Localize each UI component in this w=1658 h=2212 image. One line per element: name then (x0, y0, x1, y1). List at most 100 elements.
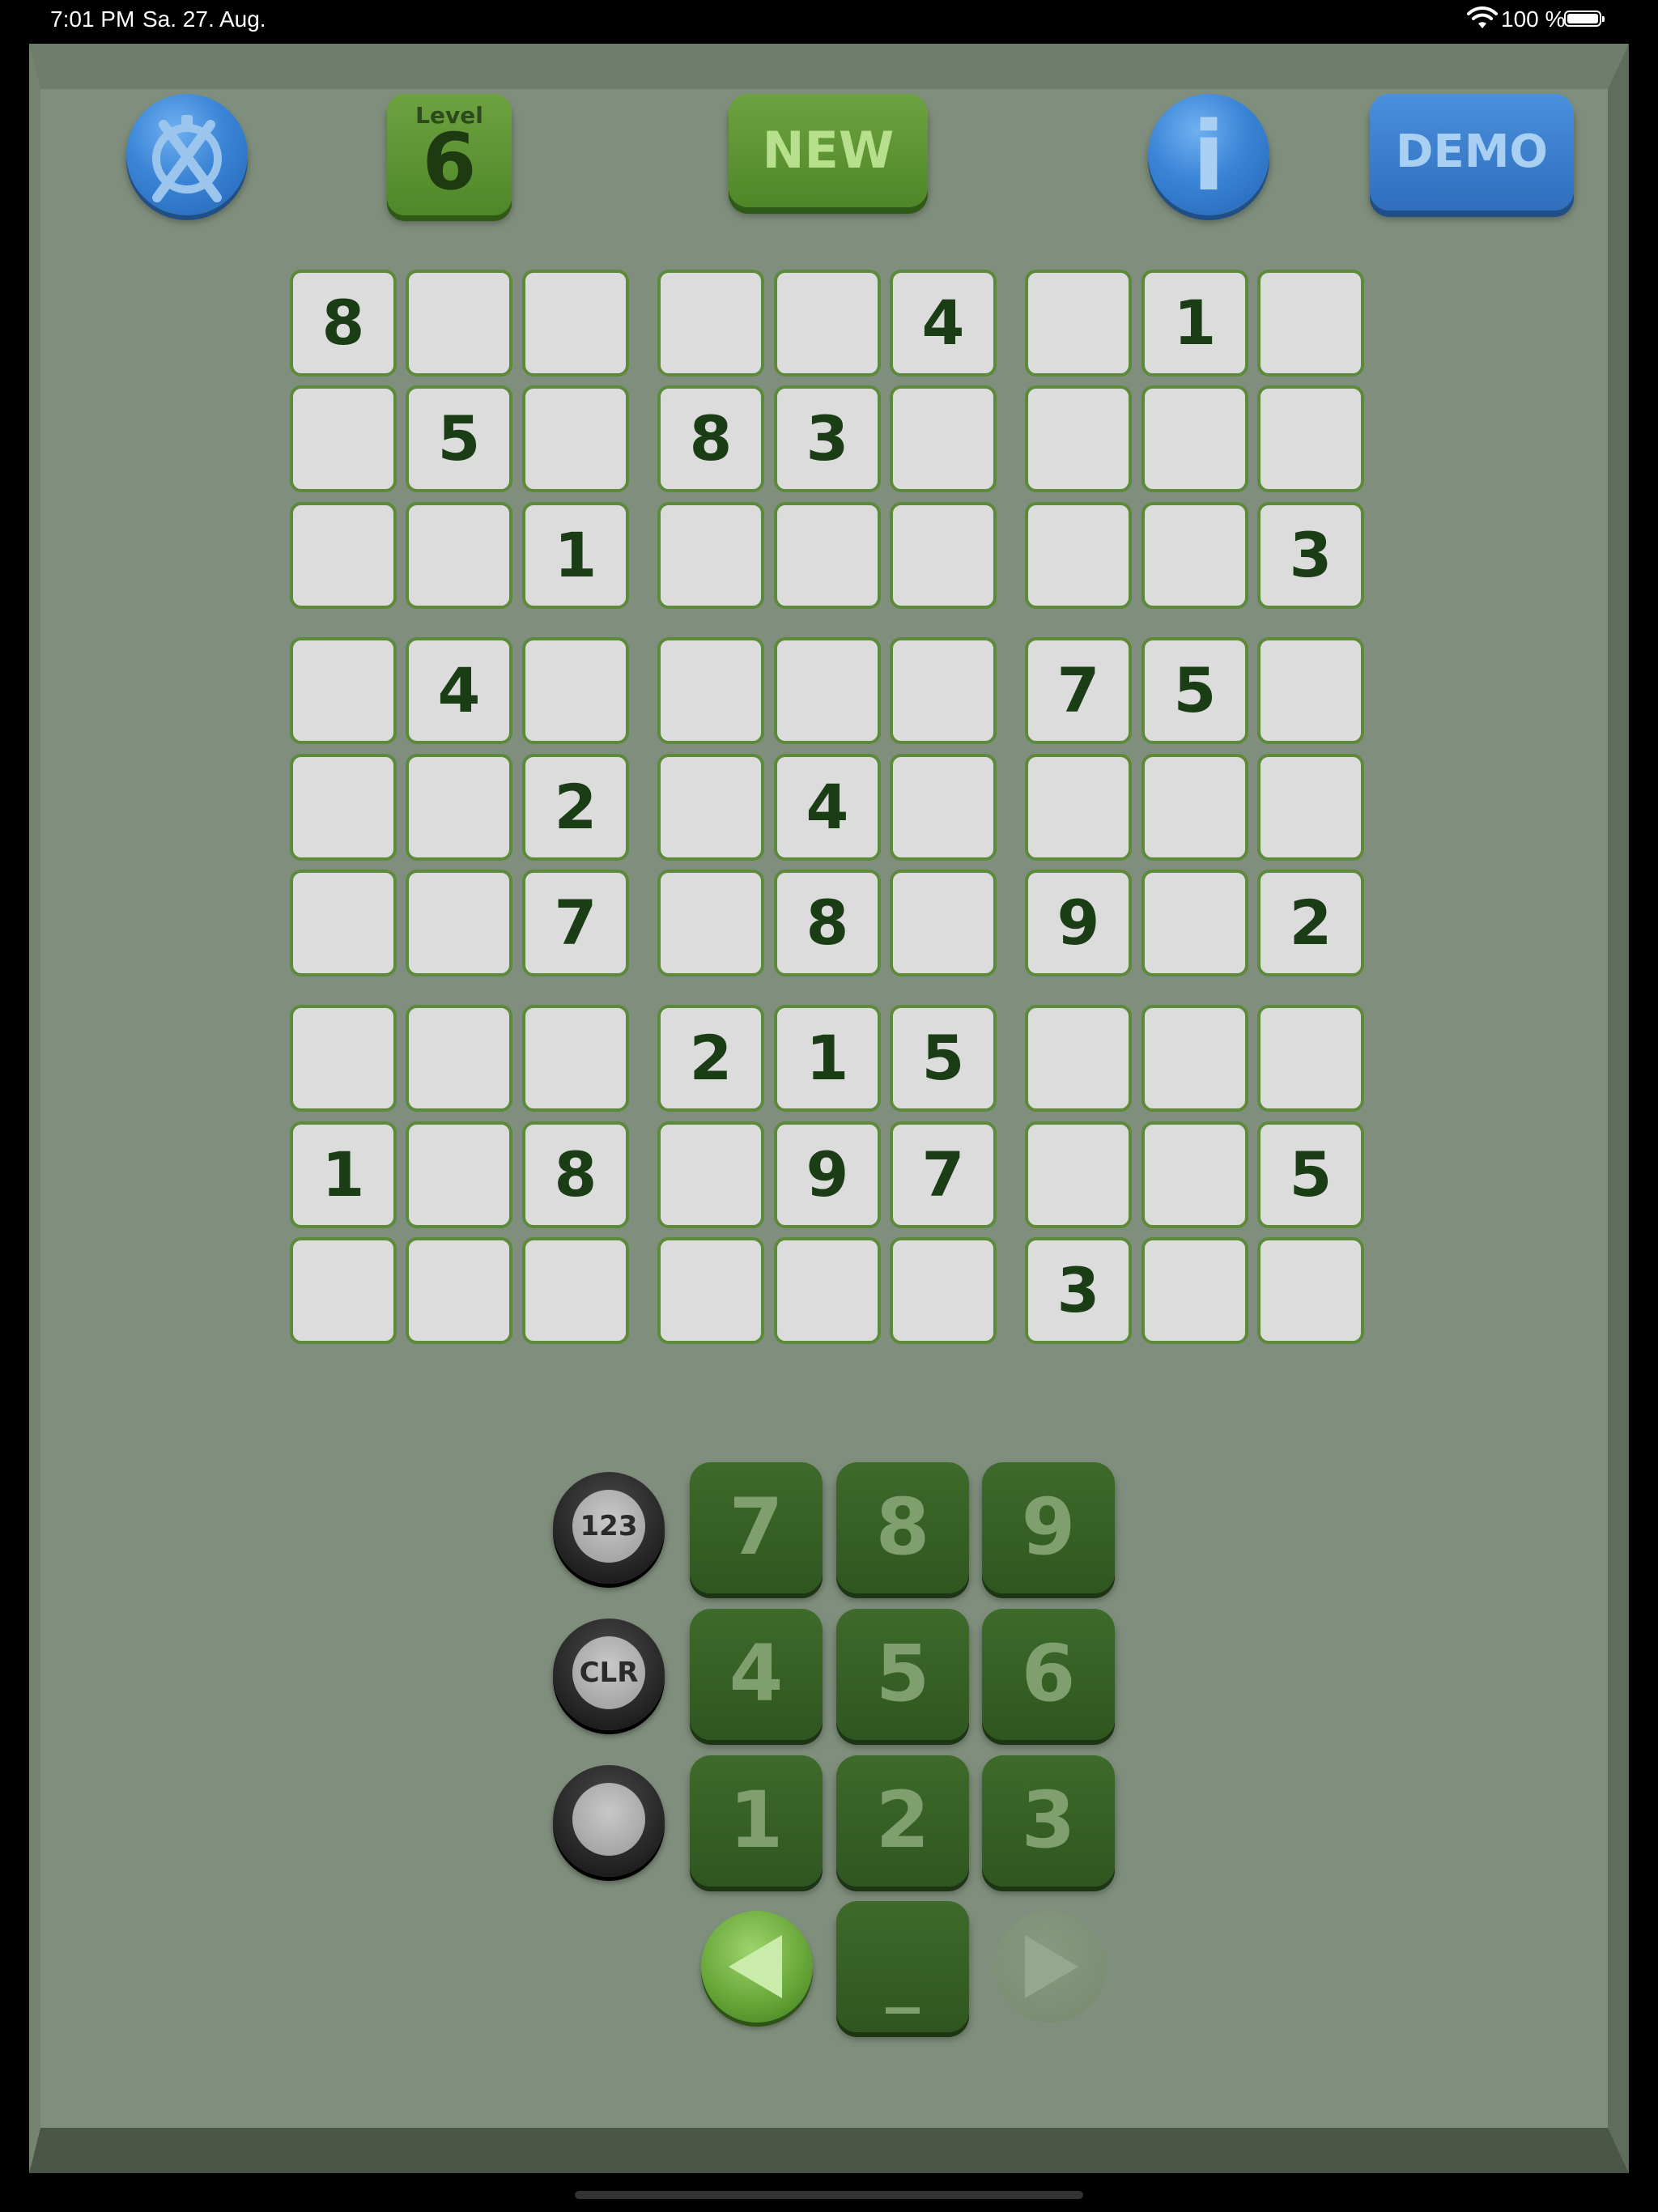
grid-cell-r1c8[interactable]: 1 (1141, 270, 1248, 376)
grid-cell-r7c6[interactable]: 5 (890, 1005, 997, 1112)
grid-cell-r6c9[interactable]: 2 (1257, 870, 1364, 976)
grid-cell-r2c2[interactable]: 5 (406, 385, 512, 492)
grid-cell-r3c6[interactable] (890, 502, 997, 609)
mode-123-button[interactable]: 123 (553, 1472, 665, 1584)
grid-cell-r7c3[interactable] (522, 1005, 629, 1112)
grid-cell-r9c3[interactable] (522, 1237, 629, 1344)
grid-cell-r2c7[interactable] (1025, 385, 1132, 492)
grid-cell-r5c7[interactable] (1025, 754, 1132, 861)
grid-cell-r4c1[interactable] (290, 637, 397, 744)
key-4[interactable]: 4 (690, 1609, 823, 1740)
grid-cell-r6c2[interactable] (406, 870, 512, 976)
demo-button[interactable]: DEMO (1370, 94, 1574, 211)
grid-cell-r8c7[interactable] (1025, 1121, 1132, 1228)
grid-cell-r8c4[interactable] (657, 1121, 764, 1228)
grid-cell-r3c2[interactable] (406, 502, 512, 609)
grid-cell-r4c5[interactable] (774, 637, 881, 744)
info-button[interactable]: i (1148, 94, 1269, 215)
grid-cell-r3c9[interactable]: 3 (1257, 502, 1364, 609)
grid-cell-r6c1[interactable] (290, 870, 397, 976)
grid-cell-r3c8[interactable] (1141, 502, 1248, 609)
grid-cell-r5c1[interactable] (290, 754, 397, 861)
key-2[interactable]: 2 (836, 1755, 969, 1887)
key-1[interactable]: 1 (690, 1755, 823, 1887)
grid-cell-r6c5[interactable]: 8 (774, 870, 881, 976)
grid-cell-r2c9[interactable] (1257, 385, 1364, 492)
grid-cell-r1c2[interactable] (406, 270, 512, 376)
grid-cell-r9c8[interactable] (1141, 1237, 1248, 1344)
grid-cell-r8c1[interactable]: 1 (290, 1121, 397, 1228)
blank-key[interactable]: _ (836, 1901, 969, 2032)
grid-cell-r5c2[interactable] (406, 754, 512, 861)
grid-cell-r6c6[interactable] (890, 870, 997, 976)
key-7[interactable]: 7 (690, 1462, 823, 1593)
grid-cell-r7c4[interactable]: 2 (657, 1005, 764, 1112)
circle-button[interactable] (553, 1765, 665, 1877)
grid-cell-r9c4[interactable] (657, 1237, 764, 1344)
grid-cell-r6c4[interactable] (657, 870, 764, 976)
grid-cell-r5c5[interactable]: 4 (774, 754, 881, 861)
key-9[interactable]: 9 (982, 1462, 1115, 1593)
key-3[interactable]: 3 (982, 1755, 1115, 1887)
key-5[interactable]: 5 (836, 1609, 969, 1740)
grid-cell-r7c1[interactable] (290, 1005, 397, 1112)
clear-button[interactable]: CLR (553, 1619, 665, 1730)
grid-cell-r1c9[interactable] (1257, 270, 1364, 376)
grid-cell-r8c2[interactable] (406, 1121, 512, 1228)
grid-cell-r8c9[interactable]: 5 (1257, 1121, 1364, 1228)
grid-cell-r5c8[interactable] (1141, 754, 1248, 861)
grid-cell-r9c9[interactable] (1257, 1237, 1364, 1344)
grid-cell-r1c5[interactable] (774, 270, 881, 376)
grid-cell-r1c3[interactable] (522, 270, 629, 376)
grid-cell-r8c3[interactable]: 8 (522, 1121, 629, 1228)
grid-cell-r8c8[interactable] (1141, 1121, 1248, 1228)
grid-cell-r5c9[interactable] (1257, 754, 1364, 861)
grid-cell-r3c4[interactable] (657, 502, 764, 609)
grid-cell-r4c8[interactable]: 5 (1141, 637, 1248, 744)
key-6[interactable]: 6 (982, 1609, 1115, 1740)
grid-cell-r8c6[interactable]: 7 (890, 1121, 997, 1228)
grid-cell-r7c8[interactable] (1141, 1005, 1248, 1112)
grid-cell-r7c2[interactable] (406, 1005, 512, 1112)
grid-cell-r2c1[interactable] (290, 385, 397, 492)
grid-cell-r5c6[interactable] (890, 754, 997, 861)
grid-cell-r4c3[interactable] (522, 637, 629, 744)
grid-cell-r4c9[interactable] (1257, 637, 1364, 744)
grid-cell-r8c5[interactable]: 9 (774, 1121, 881, 1228)
timer-toggle-button[interactable] (126, 94, 248, 215)
grid-cell-r3c3[interactable]: 1 (522, 502, 629, 609)
undo-button[interactable] (701, 1911, 813, 2023)
grid-cell-r2c8[interactable] (1141, 385, 1248, 492)
grid-cell-r3c7[interactable] (1025, 502, 1132, 609)
grid-cell-r6c3[interactable]: 7 (522, 870, 629, 976)
key-8[interactable]: 8 (836, 1462, 969, 1593)
redo-button[interactable] (994, 1911, 1106, 2023)
grid-cell-r5c4[interactable] (657, 754, 764, 861)
grid-cell-r4c2[interactable]: 4 (406, 637, 512, 744)
grid-cell-r2c4[interactable]: 8 (657, 385, 764, 492)
grid-cell-r1c1[interactable]: 8 (290, 270, 397, 376)
grid-cell-r1c6[interactable]: 4 (890, 270, 997, 376)
grid-cell-r9c1[interactable] (290, 1237, 397, 1344)
grid-cell-r7c9[interactable] (1257, 1005, 1364, 1112)
grid-cell-r4c4[interactable] (657, 637, 764, 744)
grid-cell-r2c6[interactable] (890, 385, 997, 492)
grid-cell-r9c5[interactable] (774, 1237, 881, 1344)
grid-cell-r7c5[interactable]: 1 (774, 1005, 881, 1112)
grid-cell-r2c3[interactable] (522, 385, 629, 492)
grid-cell-r2c5[interactable]: 3 (774, 385, 881, 492)
grid-cell-r9c7[interactable]: 3 (1025, 1237, 1132, 1344)
grid-cell-r4c6[interactable] (890, 637, 997, 744)
grid-cell-r7c7[interactable] (1025, 1005, 1132, 1112)
level-button[interactable]: Level 6 (387, 94, 512, 215)
grid-cell-r3c5[interactable] (774, 502, 881, 609)
grid-cell-r5c3[interactable]: 2 (522, 754, 629, 861)
grid-cell-r1c4[interactable] (657, 270, 764, 376)
grid-cell-r3c1[interactable] (290, 502, 397, 609)
grid-cell-r9c6[interactable] (890, 1237, 997, 1344)
grid-cell-r6c7[interactable]: 9 (1025, 870, 1132, 976)
grid-cell-r6c8[interactable] (1141, 870, 1248, 976)
new-game-button[interactable]: NEW (729, 94, 928, 207)
grid-cell-r1c7[interactable] (1025, 270, 1132, 376)
grid-cell-r4c7[interactable]: 7 (1025, 637, 1132, 744)
